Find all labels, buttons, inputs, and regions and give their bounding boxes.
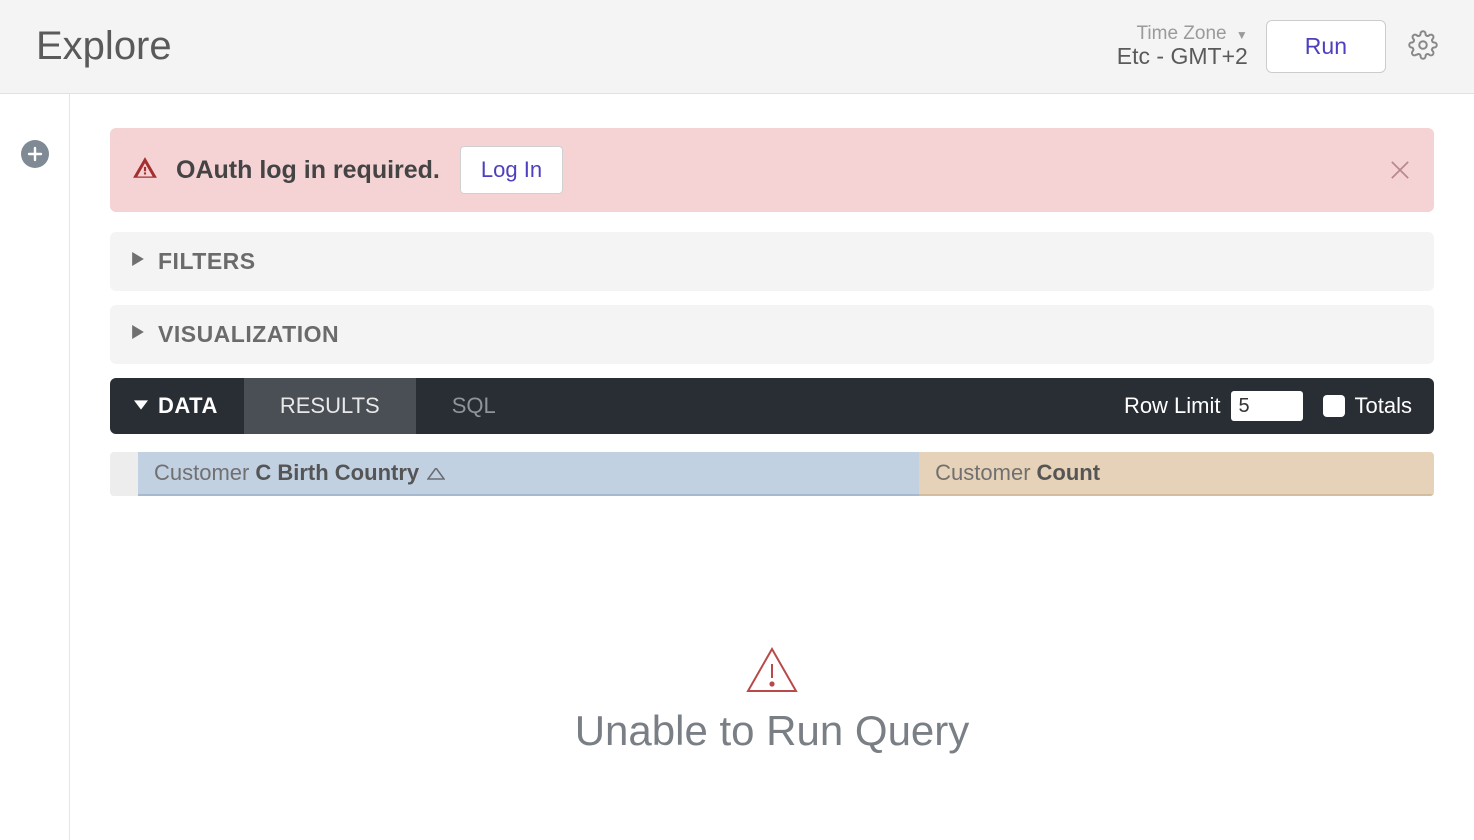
sort-asc-icon	[427, 460, 445, 486]
visualization-label: VISUALIZATION	[158, 321, 339, 348]
measure-column-header[interactable]: Customer Count	[919, 452, 1434, 496]
alert-message: OAuth log in required.	[176, 156, 440, 185]
caret-down-icon	[134, 397, 148, 415]
page-title: Explore	[36, 24, 172, 69]
alert-close-button[interactable]	[1386, 156, 1414, 184]
filters-panel-header[interactable]: FILTERS	[110, 232, 1434, 291]
caret-right-icon	[132, 325, 144, 344]
empty-state: Unable to Run Query	[110, 646, 1434, 755]
tab-results[interactable]: RESULTS	[244, 378, 416, 434]
data-bar-right: Row Limit Totals	[1124, 378, 1434, 434]
body: OAuth log in required. Log In FILTERS VI…	[0, 94, 1474, 840]
data-panel-toggle[interactable]: DATA	[110, 378, 244, 434]
totals-label: Totals	[1355, 393, 1412, 419]
dimension-field: C Birth Country	[255, 460, 419, 486]
run-button[interactable]: Run	[1266, 20, 1386, 73]
top-bar: Explore Time Zone ▼ Etc - GMT+2 Run	[0, 0, 1474, 94]
login-button[interactable]: Log In	[460, 146, 563, 194]
left-rail	[0, 94, 70, 840]
top-bar-right: Time Zone ▼ Etc - GMT+2 Run	[1117, 20, 1442, 73]
warning-icon	[132, 155, 158, 186]
warning-outline-icon	[110, 646, 1434, 699]
data-label: DATA	[158, 393, 218, 419]
timezone-label: Time Zone ▼	[1117, 23, 1248, 45]
gear-icon	[1408, 30, 1438, 60]
measure-field: Count	[1037, 460, 1101, 486]
row-limit-label: Row Limit	[1124, 393, 1221, 419]
data-bar: DATA RESULTS SQL Row Limit Totals	[110, 378, 1434, 434]
chevron-down-icon: ▼	[1236, 28, 1248, 42]
totals-checkbox[interactable]	[1323, 395, 1345, 417]
dimension-prefix: Customer	[154, 460, 249, 486]
timezone-value: Etc - GMT+2	[1117, 43, 1248, 70]
empty-message: Unable to Run Query	[110, 707, 1434, 755]
row-limit-input[interactable]	[1231, 391, 1303, 421]
dimension-column-header[interactable]: Customer C Birth Country	[138, 452, 919, 496]
plus-icon	[27, 146, 43, 162]
timezone-label-text: Time Zone	[1137, 23, 1227, 44]
add-button[interactable]	[21, 140, 49, 168]
main-content: OAuth log in required. Log In FILTERS VI…	[70, 94, 1474, 840]
timezone-selector[interactable]: Time Zone ▼ Etc - GMT+2	[1117, 23, 1248, 70]
visualization-panel-header[interactable]: VISUALIZATION	[110, 305, 1434, 364]
measure-prefix: Customer	[935, 460, 1030, 486]
caret-right-icon	[132, 252, 144, 271]
settings-button[interactable]	[1404, 26, 1442, 67]
tab-sql[interactable]: SQL	[416, 378, 532, 434]
oauth-alert: OAuth log in required. Log In	[110, 128, 1434, 212]
close-icon	[1386, 156, 1414, 184]
column-headers: Customer C Birth Country Customer Count	[110, 452, 1434, 496]
row-gutter	[110, 452, 138, 496]
filters-label: FILTERS	[158, 248, 256, 275]
